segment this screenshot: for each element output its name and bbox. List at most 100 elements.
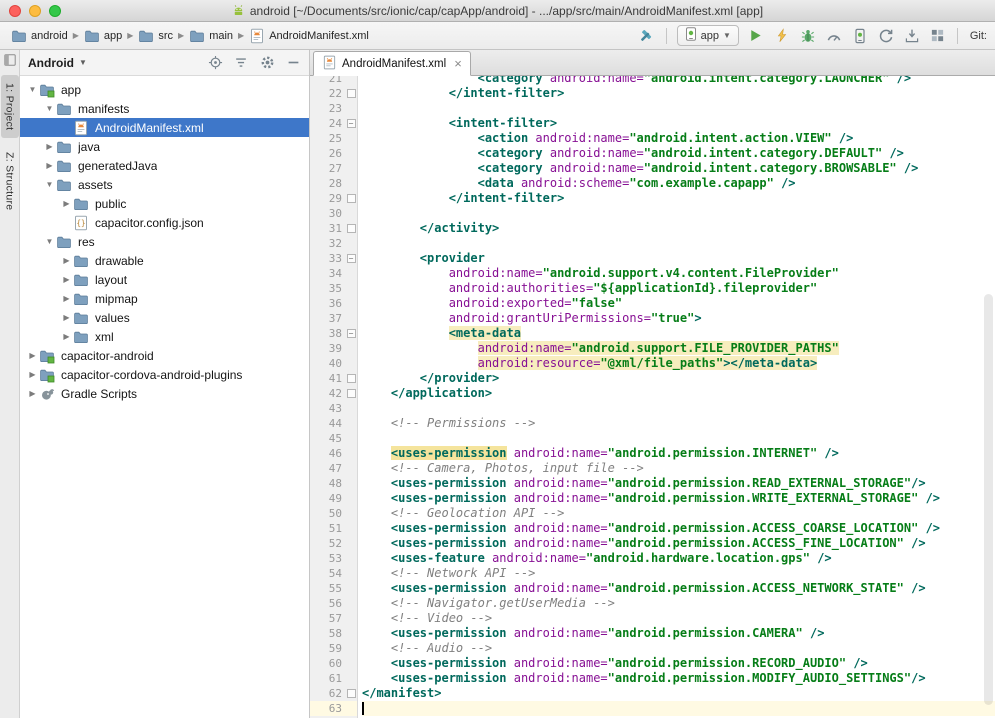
chevron-down-icon[interactable]: ▼ <box>43 180 56 189</box>
code-line-61[interactable]: <uses-permission android:name="android.p… <box>362 671 995 686</box>
settings-gear-icon[interactable] <box>259 55 275 71</box>
code-line-28[interactable]: <data android:scheme="com.example.capapp… <box>362 176 995 191</box>
fold-marker-icon[interactable] <box>347 374 356 383</box>
code-line-29[interactable]: </intent-filter> <box>362 191 995 206</box>
code-line-36[interactable]: android:exported="false" <box>362 296 995 311</box>
sdk-manager-icon[interactable] <box>903 27 921 45</box>
chevron-right-icon[interactable]: ▶ <box>60 199 73 208</box>
code-line-37[interactable]: android:grantUriPermissions="true"> <box>362 311 995 326</box>
code-line-22[interactable]: </intent-filter> <box>362 86 995 101</box>
code-line-63[interactable] <box>362 701 995 716</box>
code-line-58[interactable]: <uses-permission android:name="android.p… <box>362 626 995 641</box>
git-label[interactable]: Git: <box>970 30 987 42</box>
fold-marker-icon[interactable]: − <box>347 329 356 338</box>
code-line-38[interactable]: <meta-data <box>362 326 995 341</box>
code-line-24[interactable]: <intent-filter> <box>362 116 995 131</box>
code-line-43[interactable] <box>362 401 995 416</box>
tree-item-mipmap[interactable]: ▶mipmap <box>20 289 309 308</box>
code-line-40[interactable]: android:resource="@xml/file_paths"></met… <box>362 356 995 371</box>
tree-item-xml[interactable]: ▶xml <box>20 327 309 346</box>
code-line-23[interactable] <box>362 101 995 116</box>
tool-button-z-structure[interactable]: Z: Structure <box>1 144 19 218</box>
code-line-59[interactable]: <!-- Audio --> <box>362 641 995 656</box>
debug-icon[interactable] <box>799 27 817 45</box>
code-line-47[interactable]: <!-- Camera, Photos, input file --> <box>362 461 995 476</box>
code-line-33[interactable]: <provider <box>362 251 995 266</box>
tree-item-capacitor-android[interactable]: ▶capacitor-android <box>20 346 309 365</box>
chevron-right-icon[interactable]: ▶ <box>60 275 73 284</box>
breadcrumb-item-main[interactable]: main <box>186 27 236 45</box>
tree-item-gradle-scripts[interactable]: ▶Gradle Scripts <box>20 384 309 403</box>
code-line-44[interactable]: <!-- Permissions --> <box>362 416 995 431</box>
fold-marker-icon[interactable] <box>347 689 356 698</box>
chevron-right-icon[interactable]: ▶ <box>60 256 73 265</box>
code-line-32[interactable] <box>362 236 995 251</box>
fold-marker-icon[interactable] <box>347 194 356 203</box>
tree-item-drawable[interactable]: ▶drawable <box>20 251 309 270</box>
tree-item-androidmanifest-xml[interactable]: AndroidManifest.xml <box>20 118 309 137</box>
breadcrumb-item-src[interactable]: src <box>135 27 176 45</box>
code-line-57[interactable]: <!-- Video --> <box>362 611 995 626</box>
chevron-right-icon[interactable]: ▶ <box>60 313 73 322</box>
apply-changes-icon[interactable] <box>773 27 791 45</box>
tree-item-capacitor-cordova-android-plugins[interactable]: ▶capacitor-cordova-android-plugins <box>20 365 309 384</box>
code-line-53[interactable]: <uses-feature android:name="android.hard… <box>362 551 995 566</box>
tab-androidmanifest[interactable]: AndroidManifest.xml × <box>313 51 471 76</box>
fold-marker-icon[interactable] <box>347 224 356 233</box>
chevron-right-icon[interactable]: ▶ <box>26 370 39 379</box>
layout-inspector-icon[interactable] <box>929 27 947 45</box>
code-line-26[interactable]: <category android:name="android.intent.c… <box>362 146 995 161</box>
tree-item-assets[interactable]: ▼assets <box>20 175 309 194</box>
breadcrumb-item-androidmanifest-xml[interactable]: AndroidManifest.xml <box>246 27 372 45</box>
editor-body[interactable]: 21222324−252627282930313233−3435363738−3… <box>310 76 995 718</box>
code-line-46[interactable]: <uses-permission android:name="android.p… <box>362 446 995 461</box>
close-tab-icon[interactable]: × <box>454 59 462 69</box>
tool-windows-icon[interactable] <box>4 53 16 71</box>
tree-item-generatedjava[interactable]: ▶generatedJava <box>20 156 309 175</box>
tree-item-java[interactable]: ▶java <box>20 137 309 156</box>
code-line-60[interactable]: <uses-permission android:name="android.p… <box>362 656 995 671</box>
tree-item-public[interactable]: ▶public <box>20 194 309 213</box>
code-line-62[interactable]: </manifest> <box>362 686 995 701</box>
code-line-41[interactable]: </provider> <box>362 371 995 386</box>
locate-file-icon[interactable] <box>207 55 223 71</box>
close-window-button[interactable] <box>9 5 21 17</box>
fold-marker-icon[interactable]: − <box>347 254 356 263</box>
collapse-all-icon[interactable] <box>233 55 249 71</box>
chevron-right-icon[interactable]: ▶ <box>43 142 56 151</box>
chevron-down-icon[interactable]: ▼ <box>43 104 56 113</box>
tool-button-1-project[interactable]: 1: Project <box>1 75 19 138</box>
code-line-25[interactable]: <action android:name="android.intent.act… <box>362 131 995 146</box>
code-line-30[interactable] <box>362 206 995 221</box>
tree-item-manifests[interactable]: ▼manifests <box>20 99 309 118</box>
tree-item-layout[interactable]: ▶layout <box>20 270 309 289</box>
code-line-55[interactable]: <uses-permission android:name="android.p… <box>362 581 995 596</box>
fold-marker-icon[interactable] <box>347 389 356 398</box>
chevron-right-icon[interactable]: ▶ <box>43 161 56 170</box>
tree-item-capacitor-config-json[interactable]: {}capacitor.config.json <box>20 213 309 232</box>
tree-item-values[interactable]: ▶values <box>20 308 309 327</box>
tree-item-res[interactable]: ▼res <box>20 232 309 251</box>
tree-item-app[interactable]: ▼app <box>20 80 309 99</box>
chevron-right-icon[interactable]: ▶ <box>60 332 73 341</box>
code-line-27[interactable]: <category android:name="android.intent.c… <box>362 161 995 176</box>
profiler-icon[interactable] <box>825 27 843 45</box>
chevron-down-icon[interactable]: ▼ <box>26 85 39 94</box>
breadcrumb-item-android[interactable]: android <box>8 27 71 45</box>
fold-marker-icon[interactable] <box>347 89 356 98</box>
code-line-51[interactable]: <uses-permission android:name="android.p… <box>362 521 995 536</box>
code-line-56[interactable]: <!-- Navigator.getUserMedia --> <box>362 596 995 611</box>
code-line-39[interactable]: android:name="android.support.FILE_PROVI… <box>362 341 995 356</box>
code-line-21[interactable]: <category android:name="android.intent.c… <box>362 76 995 86</box>
code-line-34[interactable]: android:name="android.support.v4.content… <box>362 266 995 281</box>
avd-manager-icon[interactable] <box>851 27 869 45</box>
code-line-35[interactable]: android:authorities="${applicationId}.fi… <box>362 281 995 296</box>
chevron-right-icon[interactable]: ▶ <box>60 294 73 303</box>
run-configuration-dropdown[interactable]: app ▼ <box>677 25 739 46</box>
code-area[interactable]: <category android:name="android.intent.c… <box>358 76 995 718</box>
code-line-54[interactable]: <!-- Network API --> <box>362 566 995 581</box>
chevron-right-icon[interactable]: ▶ <box>26 389 39 398</box>
build-project-icon[interactable] <box>638 27 656 45</box>
zoom-window-button[interactable] <box>49 5 61 17</box>
chevron-down-icon[interactable]: ▼ <box>43 237 56 246</box>
